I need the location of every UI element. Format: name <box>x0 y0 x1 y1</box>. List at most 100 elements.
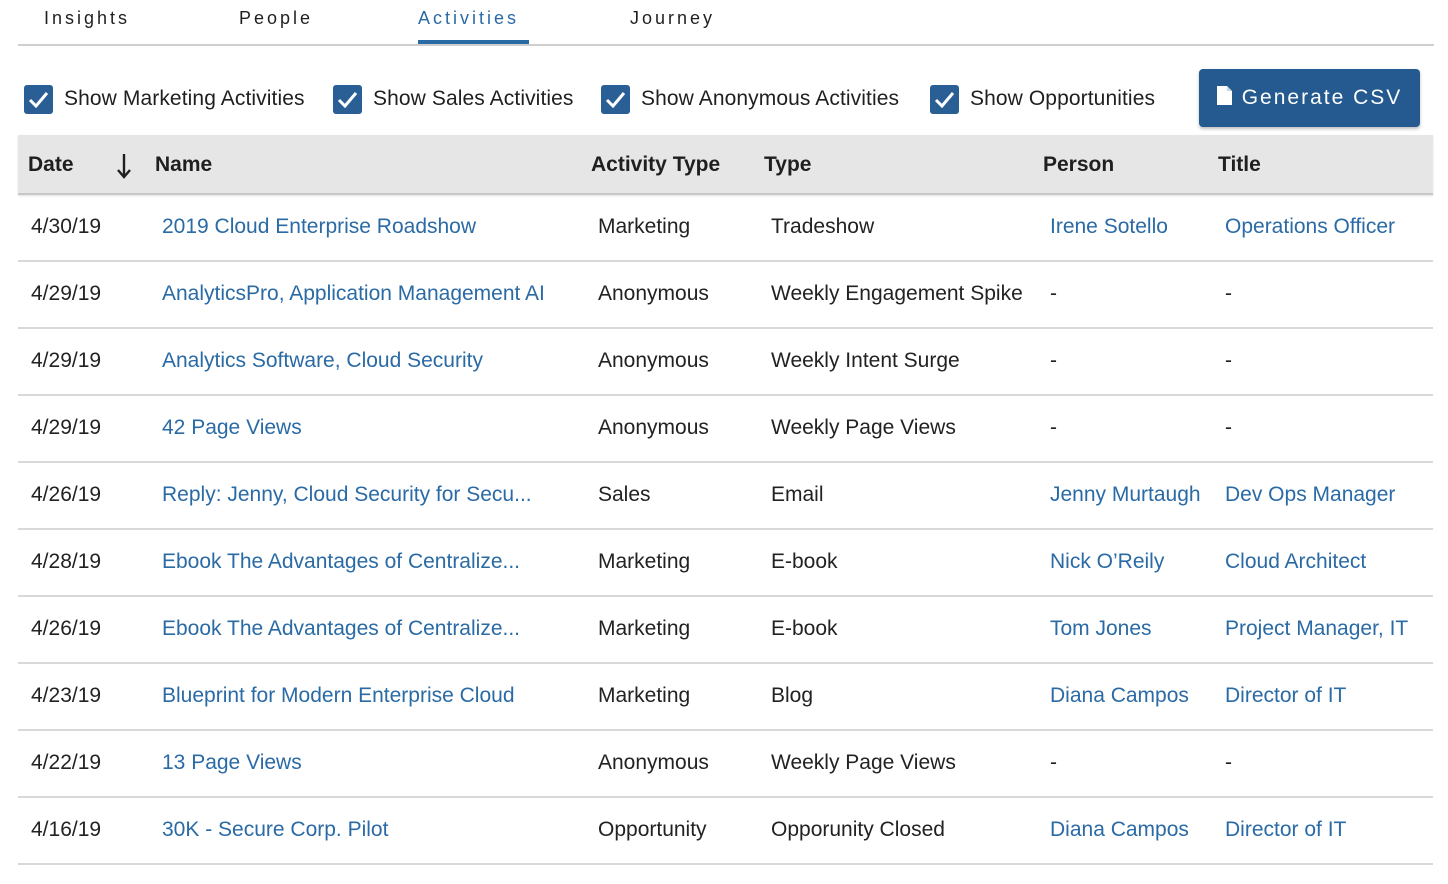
cell-type: E-book <box>771 617 838 640</box>
cell-activity-type: Sales <box>598 483 651 506</box>
cell-person-link[interactable]: Irene Sotello <box>1050 215 1168 239</box>
cell-date: 4/23/19 <box>31 684 102 707</box>
cell-title-link[interactable]: Project Manager, IT <box>1225 617 1408 641</box>
table-row: 4/23/19 Blueprint for Modern Enterprise … <box>18 664 1433 731</box>
cell-name-link[interactable]: Ebook The Advantages of Centralize... <box>162 550 520 574</box>
cell-person-link[interactable]: Tom Jones <box>1050 617 1152 641</box>
cell-type: Weekly Engagement Spike <box>771 282 1023 305</box>
tab-journey[interactable]: Journey <box>630 8 715 29</box>
cell-name-link[interactable]: Ebook The Advantages of Centralize... <box>162 617 520 641</box>
cell-title-link[interactable]: Operations Officer <box>1225 215 1395 239</box>
cell-name-link[interactable]: 42 Page Views <box>162 416 302 440</box>
table-row: 4/29/19 AnalyticsPro, Application Manage… <box>18 262 1433 329</box>
cell-name-link[interactable]: 13 Page Views <box>162 751 302 775</box>
cell-person-link[interactable]: Nick O’Reily <box>1050 550 1164 574</box>
cell-date: 4/29/19 <box>31 416 102 439</box>
table-row: 4/28/19 Ebook The Advantages of Centrali… <box>18 530 1433 597</box>
column-header-type[interactable]: Type <box>764 153 811 177</box>
tab-insights[interactable]: Insights <box>44 8 130 29</box>
cell-activity-type: Anonymous <box>598 751 709 774</box>
cell-date: 4/26/19 <box>31 483 102 506</box>
cell-name-link[interactable]: 30K - Secure Corp. Pilot <box>162 818 388 842</box>
cell-activity-type: Anonymous <box>598 349 709 372</box>
tab-bar: Insights People Activities Journey <box>18 0 1434 46</box>
cell-title: - <box>1225 349 1232 372</box>
cell-person: - <box>1050 416 1057 439</box>
checkbox-checked-icon[interactable] <box>930 84 959 114</box>
file-icon <box>1216 86 1232 110</box>
arrow-down-icon[interactable] <box>114 152 134 180</box>
cell-activity-type: Marketing <box>598 617 691 640</box>
cell-type: Weekly Page Views <box>771 416 956 439</box>
column-header-title[interactable]: Title <box>1218 153 1261 177</box>
column-header-person[interactable]: Person <box>1043 153 1114 177</box>
cell-activity-type: Marketing <box>598 684 691 707</box>
cell-activity-type: Anonymous <box>598 416 709 439</box>
active-tab-indicator <box>418 40 529 44</box>
cell-activity-type: Marketing <box>598 215 691 238</box>
cell-name-link[interactable]: Analytics Software, Cloud Security <box>162 349 483 373</box>
table-row: 4/26/19 Reply: Jenny, Cloud Security for… <box>18 463 1433 530</box>
table-row: 4/29/19 Analytics Software, Cloud Securi… <box>18 329 1433 396</box>
cell-activity-type: Anonymous <box>598 282 709 305</box>
cell-date: 4/29/19 <box>31 349 102 372</box>
cell-type: Weekly Page Views <box>771 751 956 774</box>
cell-person-link[interactable]: Diana Campos <box>1050 684 1189 708</box>
table-row: 4/29/19 42 Page Views Anonymous Weekly P… <box>18 396 1433 463</box>
tab-people[interactable]: People <box>239 8 313 29</box>
filter-sales[interactable]: Show Sales Activities <box>333 84 574 114</box>
filter-anonymous[interactable]: Show Anonymous Activities <box>601 84 899 114</box>
filter-marketing-label: Show Marketing Activities <box>64 87 305 110</box>
cell-title-link[interactable]: Dev Ops Manager <box>1225 483 1395 507</box>
cell-date: 4/30/19 <box>31 215 102 238</box>
cell-title: - <box>1225 751 1232 774</box>
filter-marketing[interactable]: Show Marketing Activities <box>24 84 305 114</box>
table-row: 4/22/19 13 Page Views Anonymous Weekly P… <box>18 731 1433 798</box>
cell-name-link[interactable]: Reply: Jenny, Cloud Security for Secu... <box>162 483 532 507</box>
generate-csv-button[interactable]: Generate CSV <box>1199 69 1420 127</box>
activities-table: Date Name Activity Type Type Person Titl… <box>18 135 1433 865</box>
cell-type: Weekly Intent Surge <box>771 349 960 372</box>
cell-type: Blog <box>771 684 814 707</box>
cell-name-link[interactable]: Blueprint for Modern Enterprise Cloud <box>162 684 515 708</box>
table-row: 4/30/19 2019 Cloud Enterprise Roadshow M… <box>18 195 1433 262</box>
generate-csv-label: Generate CSV <box>1241 86 1403 109</box>
cell-date: 4/29/19 <box>31 282 102 305</box>
checkbox-checked-icon[interactable] <box>333 84 362 114</box>
checkbox-checked-icon[interactable] <box>24 84 53 114</box>
filter-sales-label: Show Sales Activities <box>373 87 574 110</box>
table-body: 4/30/19 2019 Cloud Enterprise Roadshow M… <box>18 195 1433 865</box>
cell-title-link[interactable]: Cloud Architect <box>1225 550 1366 574</box>
cell-name-link[interactable]: 2019 Cloud Enterprise Roadshow <box>162 215 476 239</box>
cell-date: 4/26/19 <box>31 617 102 640</box>
cell-person: - <box>1050 349 1057 372</box>
filter-opportunities[interactable]: Show Opportunities <box>930 84 1155 114</box>
filter-bar: Show Marketing Activities Show Sales Act… <box>24 68 1424 128</box>
cell-type: E-book <box>771 550 838 573</box>
column-header-name[interactable]: Name <box>155 153 212 177</box>
cell-title-link[interactable]: Director of IT <box>1225 684 1346 708</box>
cell-person: - <box>1050 751 1057 774</box>
cell-date: 4/16/19 <box>31 818 102 841</box>
cell-date: 4/22/19 <box>31 751 102 774</box>
cell-type: Email <box>771 483 824 506</box>
table-row: 4/26/19 Ebook The Advantages of Centrali… <box>18 597 1433 664</box>
cell-title: - <box>1225 282 1232 305</box>
cell-activity-type: Opportunity <box>598 818 707 841</box>
table-header: Date Name Activity Type Type Person Titl… <box>18 135 1433 195</box>
checkbox-checked-icon[interactable] <box>601 84 630 114</box>
filter-anonymous-label: Show Anonymous Activities <box>641 87 900 110</box>
cell-title: - <box>1225 416 1232 439</box>
tab-activities[interactable]: Activities <box>418 8 519 29</box>
cell-type: Opporunity Closed <box>771 818 945 841</box>
cell-type: Tradeshow <box>771 215 875 238</box>
cell-activity-type: Marketing <box>598 550 691 573</box>
cell-title-link[interactable]: Director of IT <box>1225 818 1346 842</box>
column-header-date[interactable]: Date <box>28 153 74 177</box>
cell-date: 4/28/19 <box>31 550 102 573</box>
cell-person-link[interactable]: Diana Campos <box>1050 818 1189 842</box>
column-header-activity-type[interactable]: Activity Type <box>591 153 720 177</box>
cell-name-link[interactable]: AnalyticsPro, Application Management AI <box>162 282 545 306</box>
cell-person-link[interactable]: Jenny Murtaugh <box>1050 483 1201 507</box>
cell-person: - <box>1050 282 1057 305</box>
